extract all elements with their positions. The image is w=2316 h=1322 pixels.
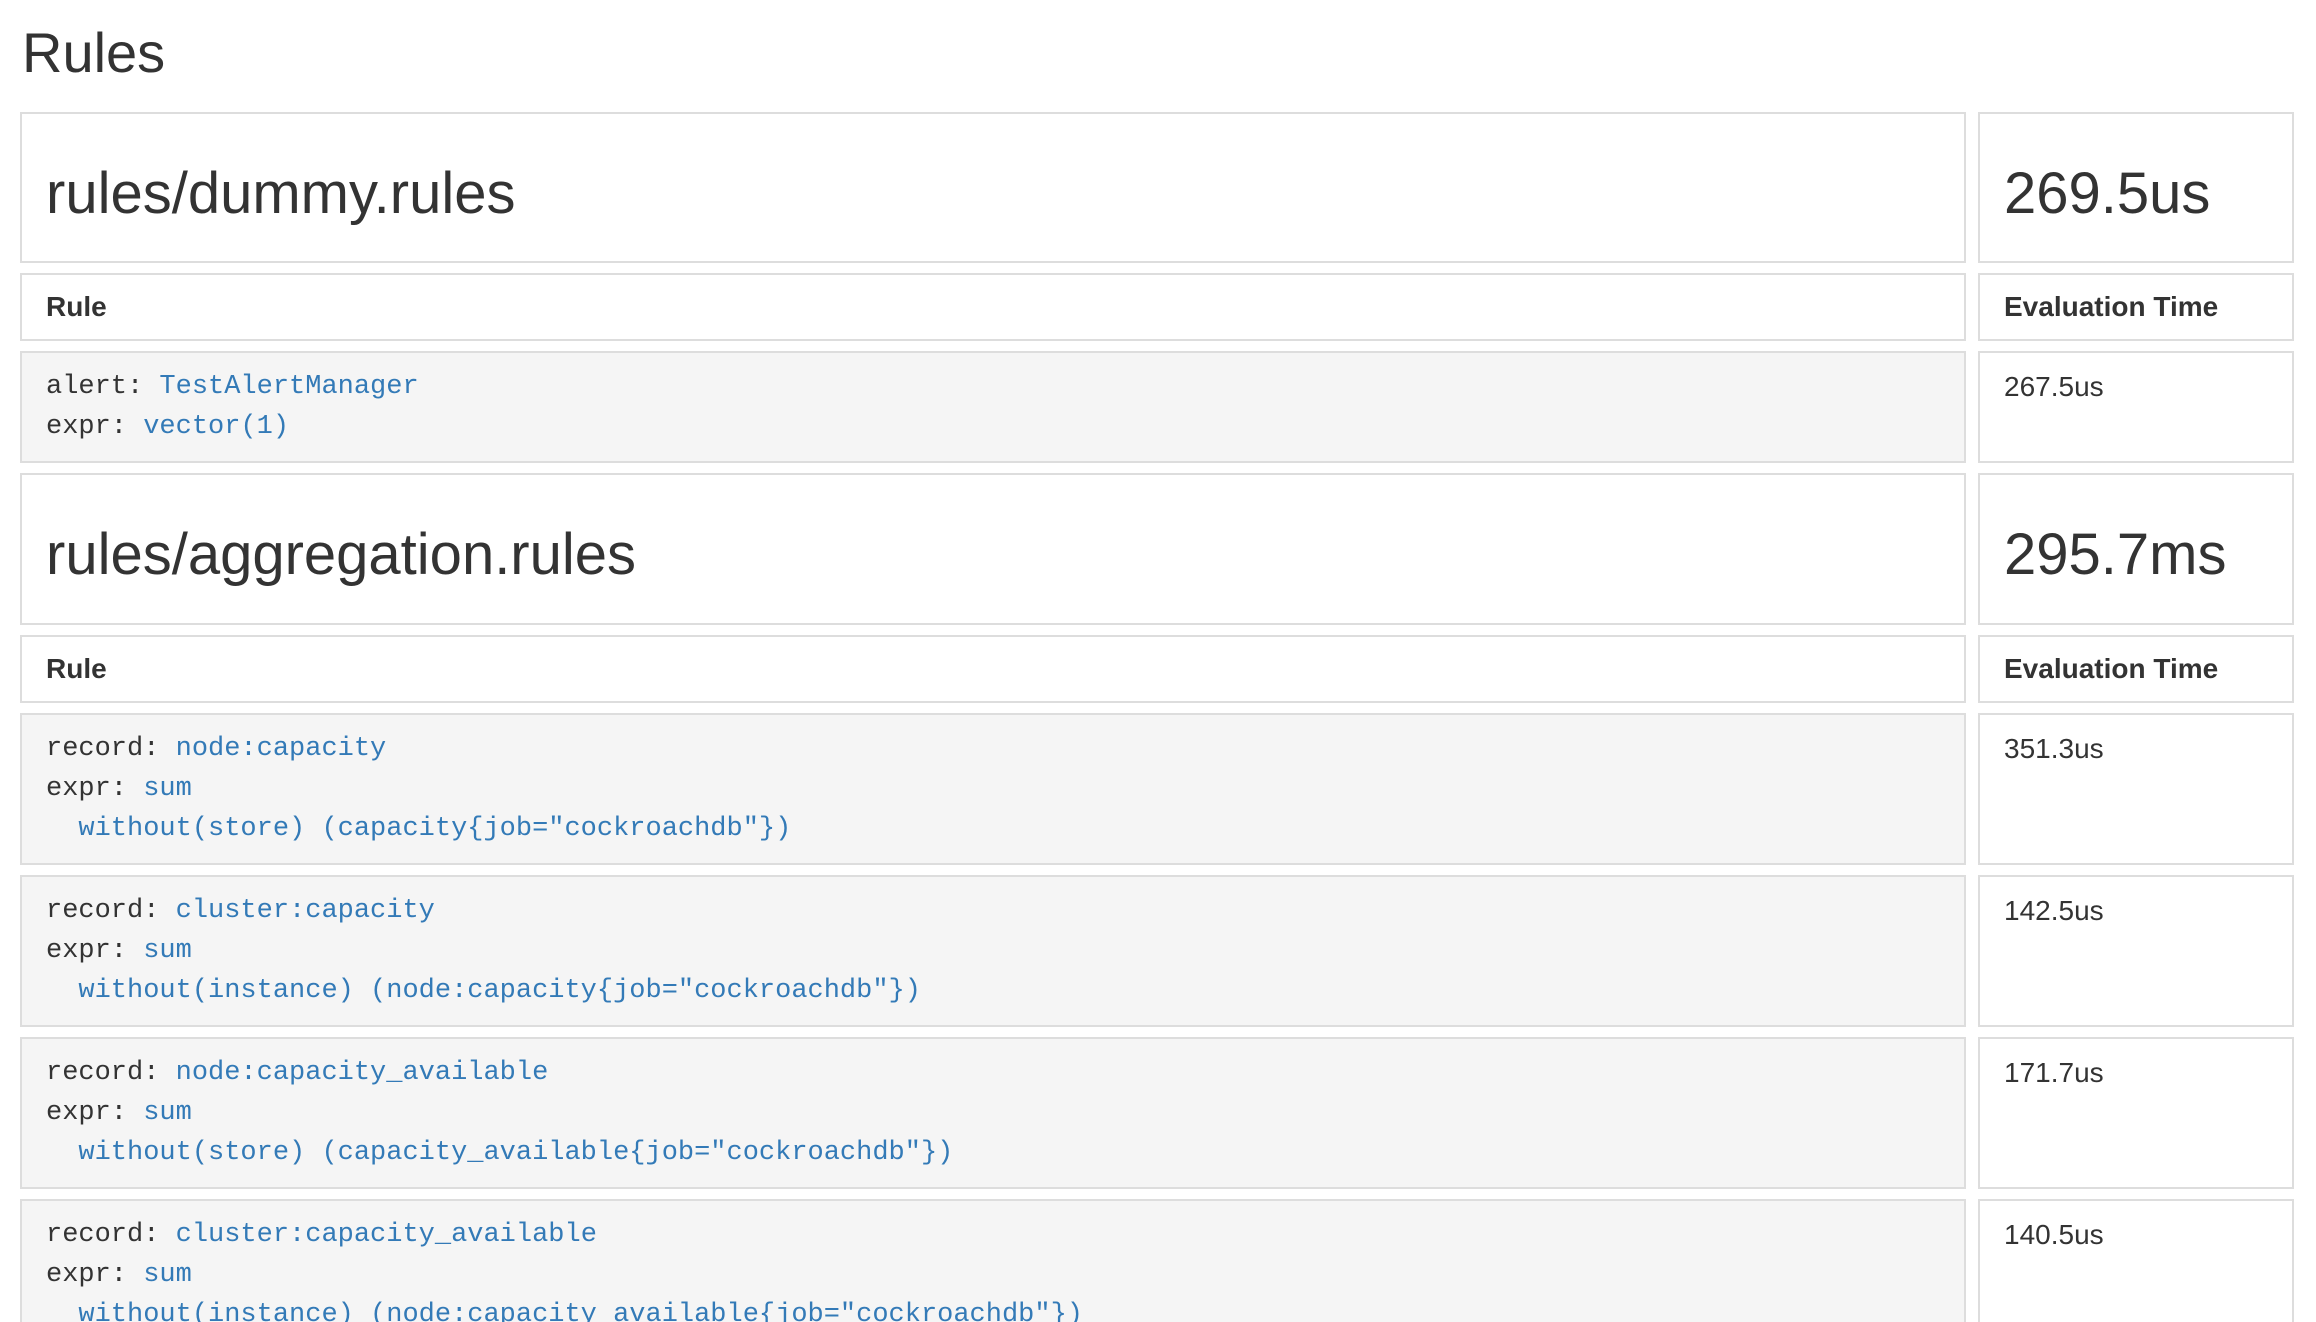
rule-cell: record: cluster:capacity expr: sum witho… xyxy=(20,875,1966,1027)
table-row: record: cluster:capacity expr: sum witho… xyxy=(20,875,2294,1027)
rule-group-file: rules/aggregation.rules xyxy=(46,523,1940,587)
eval-time-cell: 171.7us xyxy=(1978,1037,2294,1189)
rule-expr-link[interactable]: sum without(store) (capacity{job="cockro… xyxy=(46,774,791,844)
rules-table: rules/dummy.rules 269.5us Rule Evaluatio… xyxy=(8,102,2306,1322)
rule-definition: record: node:capacity expr: sum without(… xyxy=(46,729,1940,849)
rule-group-eval-total-cell: 269.5us xyxy=(1978,112,2294,264)
rule-definition: alert: TestAlertManager expr: vector(1) xyxy=(46,367,1940,447)
table-row: record: cluster:capacity_available expr:… xyxy=(20,1199,2294,1322)
expr-key-label: expr: xyxy=(46,936,127,966)
eval-time-cell: 140.5us xyxy=(1978,1199,2294,1322)
rule-cell: record: cluster:capacity_available expr:… xyxy=(20,1199,1966,1322)
expr-key-label: expr: xyxy=(46,774,127,804)
eval-time-cell: 267.5us xyxy=(1978,351,2294,463)
rule-group-eval-total: 295.7ms xyxy=(2004,523,2268,587)
rule-group-header: rules/aggregation.rules 295.7ms xyxy=(20,473,2294,625)
rule-name-link[interactable]: TestAlertManager xyxy=(159,372,418,402)
rule-definition: record: node:capacity_available expr: su… xyxy=(46,1053,1940,1173)
page-title: Rules xyxy=(22,22,2316,84)
rule-group-file-cell: rules/aggregation.rules xyxy=(20,473,1966,625)
rule-key-label: record: xyxy=(46,896,159,926)
column-header-rule: Rule xyxy=(20,635,1966,703)
expr-key-label: expr: xyxy=(46,1098,127,1128)
rule-cell: record: node:capacity_available expr: su… xyxy=(20,1037,1966,1189)
rule-definition: record: cluster:capacity_available expr:… xyxy=(46,1215,1940,1322)
table-row: alert: TestAlertManager expr: vector(1) … xyxy=(20,351,2294,463)
column-header-row: Rule Evaluation Time xyxy=(20,273,2294,341)
rule-cell: alert: TestAlertManager expr: vector(1) xyxy=(20,351,1966,463)
expr-key-label: expr: xyxy=(46,412,127,442)
rule-cell: record: node:capacity expr: sum without(… xyxy=(20,713,1966,865)
table-row: record: node:capacity_available expr: su… xyxy=(20,1037,2294,1189)
rule-name-link[interactable]: cluster:capacity_available xyxy=(176,1220,597,1250)
column-header-eval-time: Evaluation Time xyxy=(1978,273,2294,341)
eval-time-cell: 142.5us xyxy=(1978,875,2294,1027)
rule-group-header: rules/dummy.rules 269.5us xyxy=(20,112,2294,264)
rule-key-label: record: xyxy=(46,1058,159,1088)
rule-group-file: rules/dummy.rules xyxy=(46,162,1940,226)
rule-name-link[interactable]: cluster:capacity xyxy=(176,896,435,926)
table-row: record: node:capacity expr: sum without(… xyxy=(20,713,2294,865)
rule-expr-link[interactable]: sum without(store) (capacity_available{j… xyxy=(46,1098,953,1168)
rule-name-link[interactable]: node:capacity xyxy=(176,734,387,764)
rule-group-eval-total-cell: 295.7ms xyxy=(1978,473,2294,625)
rule-key-label: alert: xyxy=(46,372,143,402)
rule-key-label: record: xyxy=(46,1220,159,1250)
rule-group-eval-total: 269.5us xyxy=(2004,162,2268,226)
rule-group-file-cell: rules/dummy.rules xyxy=(20,112,1966,264)
rule-expr-link[interactable]: vector(1) xyxy=(143,412,289,442)
column-header-row: Rule Evaluation Time xyxy=(20,635,2294,703)
column-header-eval-time: Evaluation Time xyxy=(1978,635,2294,703)
rule-key-label: record: xyxy=(46,734,159,764)
rule-definition: record: cluster:capacity expr: sum witho… xyxy=(46,891,1940,1011)
eval-time-cell: 351.3us xyxy=(1978,713,2294,865)
rule-name-link[interactable]: node:capacity_available xyxy=(176,1058,549,1088)
column-header-rule: Rule xyxy=(20,273,1966,341)
expr-key-label: expr: xyxy=(46,1260,127,1290)
rule-expr-link[interactable]: sum without(instance) (node:capacity_ava… xyxy=(46,1260,1083,1322)
rule-expr-link[interactable]: sum without(instance) (node:capacity{job… xyxy=(46,936,921,1006)
